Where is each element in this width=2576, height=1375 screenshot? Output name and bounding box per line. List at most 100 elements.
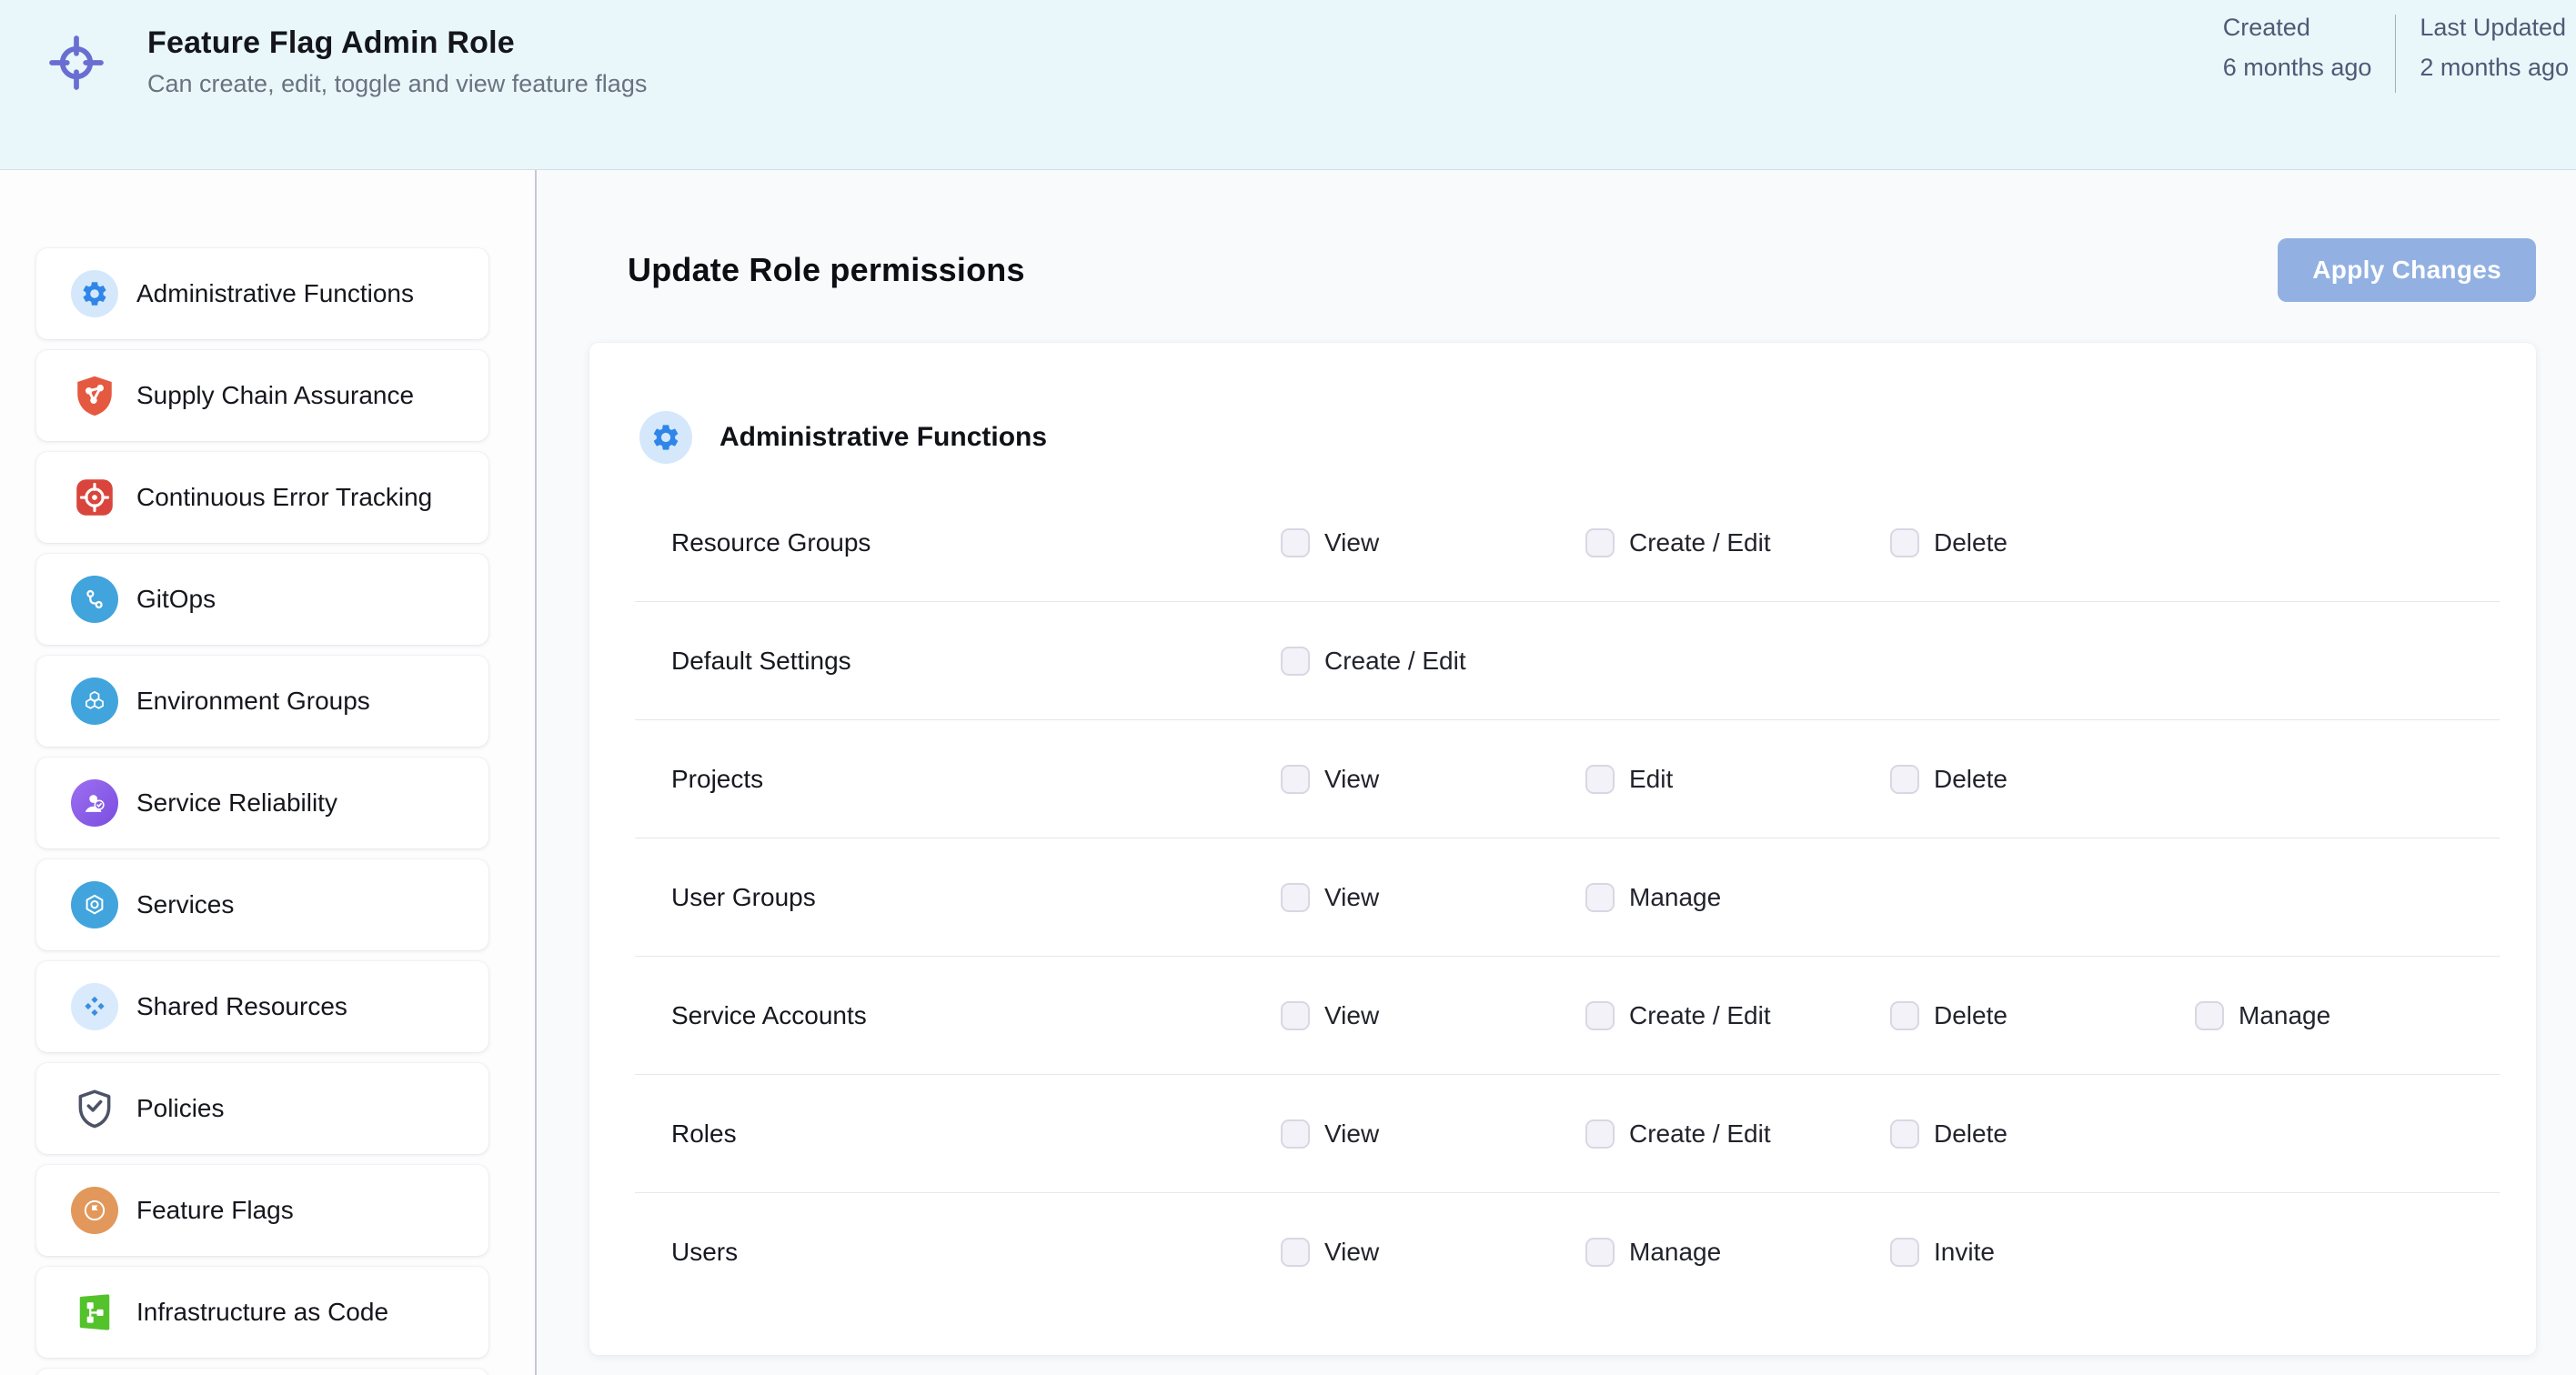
permission-label[interactable]: Manage xyxy=(1629,1238,1721,1267)
sidebar-item-gitops[interactable]: GitOps xyxy=(36,554,488,645)
permission-row-roles: Roles View Create / Edit Delete xyxy=(635,1075,2500,1193)
sidebar-item-policies[interactable]: Policies xyxy=(36,1063,488,1154)
page-title: Feature Flag Admin Role xyxy=(147,25,647,61)
permission-label[interactable]: Create / Edit xyxy=(1324,647,1466,676)
shield-network-icon xyxy=(71,372,118,419)
services-hexagon-icon xyxy=(71,881,118,928)
permission-checkbox[interactable] xyxy=(1281,1119,1310,1149)
main-topbar: Update Role permissions Apply Changes xyxy=(589,238,2536,302)
permission-checkbox[interactable] xyxy=(1890,1119,1919,1149)
permission-label[interactable]: Delete xyxy=(1934,765,2007,794)
role-header: Feature Flag Admin Role Can create, edit… xyxy=(0,0,2576,170)
permission-checkbox[interactable] xyxy=(2195,1001,2224,1030)
permission-row-user-groups: User Groups View Manage xyxy=(635,838,2500,957)
permission-label[interactable]: View xyxy=(1324,883,1379,912)
sidebar-nav: Administrative Functions Supply Chain As… xyxy=(0,248,535,1358)
sidebar-item-label: GitOps xyxy=(136,585,216,614)
sidebar-item-label: Continuous Error Tracking xyxy=(136,483,432,512)
permission-checkbox[interactable] xyxy=(1281,647,1310,676)
permission-label[interactable]: View xyxy=(1324,528,1379,557)
policy-shield-icon xyxy=(71,1085,118,1132)
permission-label[interactable]: View xyxy=(1324,1001,1379,1030)
permission-checkbox[interactable] xyxy=(1281,1001,1310,1030)
permission-cells: View Manage Invite xyxy=(1281,1238,2195,1267)
created-meta: Created 6 months ago xyxy=(2223,11,2372,93)
resource-name: Projects xyxy=(671,765,1281,794)
permission-option: Manage xyxy=(2195,1001,2500,1030)
sidebar-item-label: Environment Groups xyxy=(136,687,370,716)
sidebar-item-environment-groups[interactable]: Environment Groups xyxy=(36,656,488,747)
permission-checkbox[interactable] xyxy=(1281,1238,1310,1267)
resource-sidebar: Administrative Functions Supply Chain As… xyxy=(0,170,537,1375)
permission-option: View xyxy=(1281,1238,1585,1267)
permission-label[interactable]: Create / Edit xyxy=(1629,528,1771,557)
sidebar-item-label: Policies xyxy=(136,1094,224,1123)
permission-checkbox[interactable] xyxy=(1281,765,1310,794)
sidebar-item-partial[interactable] xyxy=(36,1369,488,1375)
section-title: Administrative Functions xyxy=(719,422,1047,453)
permission-row-default-settings: Default Settings Create / Edit xyxy=(635,602,2500,720)
last-updated-meta: Last Updated 2 months ago xyxy=(2420,11,2569,93)
permission-label[interactable]: Manage xyxy=(2239,1001,2330,1030)
permission-option: View xyxy=(1281,883,1585,912)
permission-checkbox[interactable] xyxy=(1890,1001,1919,1030)
permission-label[interactable]: Create / Edit xyxy=(1629,1119,1771,1149)
sidebar-item-feature-flags[interactable]: Feature Flags xyxy=(36,1165,488,1256)
sidebar-item-label: Supply Chain Assurance xyxy=(136,381,414,410)
permission-label[interactable]: Manage xyxy=(1629,883,1721,912)
permission-option: View xyxy=(1281,528,1585,557)
permission-checkbox[interactable] xyxy=(1585,765,1615,794)
permission-checkbox[interactable] xyxy=(1585,883,1615,912)
sidebar-item-services[interactable]: Services xyxy=(36,859,488,950)
sidebar-item-continuous-error-tracking[interactable]: Continuous Error Tracking xyxy=(36,452,488,543)
crosshair-target-icon xyxy=(44,30,109,95)
permission-checkbox[interactable] xyxy=(1281,528,1310,557)
permission-checkbox[interactable] xyxy=(1890,765,1919,794)
permission-option: Delete xyxy=(1890,528,2195,557)
permission-label[interactable]: View xyxy=(1324,1119,1379,1149)
permission-rows: Resource Groups View Create / Edit Delet… xyxy=(589,484,2536,1311)
section-header: Administrative Functions xyxy=(589,343,2536,484)
permission-row-users: Users View Manage Invite xyxy=(635,1193,2500,1311)
git-branch-icon xyxy=(71,576,118,623)
permission-cells: View Create / Edit Delete xyxy=(1281,528,2195,557)
sidebar-item-label: Infrastructure as Code xyxy=(136,1298,388,1327)
sidebar-item-supply-chain-assurance[interactable]: Supply Chain Assurance xyxy=(36,350,488,441)
permission-checkbox[interactable] xyxy=(1890,1238,1919,1267)
permission-label[interactable]: Create / Edit xyxy=(1629,1001,1771,1030)
sidebar-item-infrastructure-as-code[interactable]: Infrastructure as Code xyxy=(36,1267,488,1358)
permission-label[interactable]: Delete xyxy=(1934,1001,2007,1030)
permission-label[interactable]: Invite xyxy=(1934,1238,1995,1267)
permission-label[interactable]: Edit xyxy=(1629,765,1673,794)
permission-option: Delete xyxy=(1890,1119,2195,1149)
permission-cells: Create / Edit xyxy=(1281,647,1585,676)
permission-option: View xyxy=(1281,765,1585,794)
resource-name: Resource Groups xyxy=(671,528,1281,557)
permission-cells: View Edit Delete xyxy=(1281,765,2195,794)
sidebar-item-administrative-functions[interactable]: Administrative Functions xyxy=(36,248,488,339)
permission-label[interactable]: Delete xyxy=(1934,1119,2007,1149)
permission-option: Manage xyxy=(1585,883,1890,912)
permission-row-projects: Projects View Edit Delete xyxy=(635,720,2500,838)
permission-option: Delete xyxy=(1890,1001,2195,1030)
gear-icon xyxy=(71,270,118,317)
permission-option: View xyxy=(1281,1119,1585,1149)
permission-checkbox[interactable] xyxy=(1585,528,1615,557)
permission-checkbox[interactable] xyxy=(1585,1001,1615,1030)
permission-checkbox[interactable] xyxy=(1890,528,1919,557)
permission-checkbox[interactable] xyxy=(1281,883,1310,912)
permission-label[interactable]: Delete xyxy=(1934,528,2007,557)
permission-checkbox[interactable] xyxy=(1585,1238,1615,1267)
permission-checkbox[interactable] xyxy=(1585,1119,1615,1149)
apply-changes-button[interactable]: Apply Changes xyxy=(2278,238,2536,302)
permission-label[interactable]: View xyxy=(1324,765,1379,794)
permission-option: Create / Edit xyxy=(1281,647,1585,676)
sidebar-item-service-reliability[interactable]: Service Reliability xyxy=(36,758,488,848)
permission-option: Invite xyxy=(1890,1238,2195,1267)
environment-groups-icon xyxy=(71,677,118,725)
permission-option: Manage xyxy=(1585,1238,1890,1267)
sidebar-item-label: Shared Resources xyxy=(136,992,347,1021)
sidebar-item-shared-resources[interactable]: Shared Resources xyxy=(36,961,488,1052)
permission-label[interactable]: View xyxy=(1324,1238,1379,1267)
permission-row-resource-groups: Resource Groups View Create / Edit Delet… xyxy=(635,484,2500,602)
